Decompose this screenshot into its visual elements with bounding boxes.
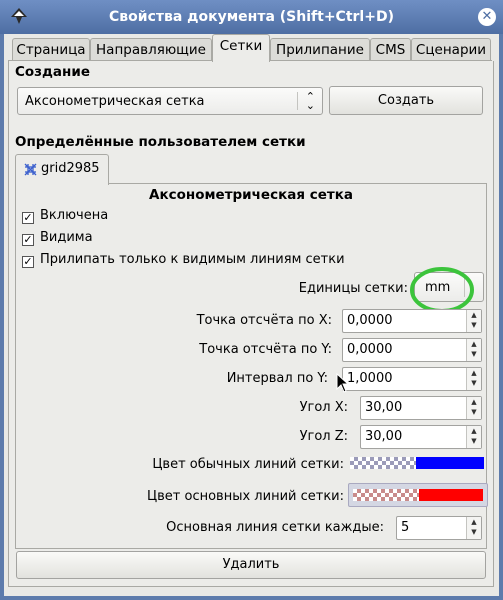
tab-scripts[interactable]: Сценарии	[411, 38, 491, 61]
tab-label: Страница	[16, 42, 86, 58]
major-color-swatch	[419, 489, 483, 501]
units-label: Единицы сетки:	[298, 281, 408, 296]
spin-arrows-icon[interactable]: ▲ ▼	[466, 517, 481, 539]
origin-y-label: Точка отсчёта по Y:	[199, 342, 332, 357]
close-icon[interactable]: ✕	[478, 8, 496, 26]
grid-tab[interactable]: grid2985	[15, 154, 109, 185]
major-color-label: Цвет основных линий сетки:	[147, 489, 344, 504]
origin-x-value: 0,0000	[347, 313, 393, 328]
angle-x-spinbox[interactable]: 30,00 ▲ ▼	[360, 396, 482, 420]
spin-arrows-icon[interactable]: ▲ ▼	[466, 368, 481, 390]
grid-type-select[interactable]: Аксонометрическая сетка ⌃ ⌄	[17, 87, 323, 115]
enabled-label: Включена	[40, 208, 109, 223]
angle-x-label: Угол X:	[299, 400, 348, 415]
visible-checkbox[interactable]: ✓	[22, 234, 34, 246]
angle-z-spinbox[interactable]: 30,00 ▲ ▼	[360, 425, 482, 449]
title-bar: Свойства документа (Shift+Ctrl+D) ✕	[0, 0, 503, 34]
alpha-swatch	[350, 457, 416, 469]
snap-visible-label: Прилипать только к видимым линиям сетки	[40, 252, 345, 267]
grids-panel: Создание Аксонометрическая сетка ⌃ ⌄ Созд…	[8, 61, 494, 587]
tab-guides[interactable]: Направляющие	[90, 38, 212, 61]
origin-y-spinbox[interactable]: 0,0000 ▲ ▼	[342, 338, 482, 362]
spin-arrows-icon[interactable]: ▲ ▼	[466, 310, 481, 332]
minor-color-label: Цвет обычных линий сетки:	[152, 457, 344, 472]
alpha-swatch	[353, 489, 419, 501]
grid-settings-heading: Аксонометрическая сетка	[149, 187, 353, 203]
tab-snapping[interactable]: Прилипание	[270, 38, 370, 61]
angle-z-label: Угол Z:	[299, 429, 348, 444]
delete-grid-button[interactable]: Удалить	[16, 551, 486, 579]
origin-x-spinbox[interactable]: 0,0000 ▲ ▼	[342, 309, 482, 333]
tab-label: Сетки	[219, 38, 263, 54]
tab-label: Прилипание	[276, 42, 364, 58]
tab-cms[interactable]: CMS	[370, 38, 411, 61]
user-grids-heading: Определённые пользователем сетки	[15, 134, 306, 150]
minor-color-button[interactable]	[350, 457, 484, 471]
chevron-updown-icon: ⌃ ⌄	[305, 90, 315, 112]
tab-label: CMS	[375, 42, 406, 58]
mouse-cursor-icon	[336, 373, 350, 393]
visible-label: Видима	[40, 230, 93, 245]
grid-icon	[24, 163, 37, 176]
tab-label: Направляющие	[96, 42, 206, 58]
minor-color-swatch	[416, 457, 484, 469]
window-title: Свойства документа (Shift+Ctrl+D)	[109, 9, 394, 25]
grid-settings-frame: Аксонометрическая сетка ✓ Включена ✓ Вид…	[15, 183, 488, 549]
major-every-value: 5	[401, 520, 410, 535]
major-color-button[interactable]	[348, 483, 488, 507]
combo-separator	[297, 92, 298, 110]
origin-y-value: 0,0000	[347, 342, 393, 357]
snap-visible-checkbox[interactable]: ✓	[22, 256, 34, 268]
dialog-body: Страница Направляющие Сетки Прилипание C…	[4, 34, 499, 596]
major-color-swatch-wrap	[353, 489, 483, 501]
angle-x-value: 30,00	[365, 400, 403, 415]
grid-type-value: Аксонометрическая сетка	[25, 94, 205, 109]
tab-label: Сценарии	[415, 42, 487, 58]
major-every-spinbox[interactable]: 5 ▲ ▼	[396, 516, 482, 540]
angle-z-value: 30,00	[365, 429, 403, 444]
highlight-circle	[410, 267, 474, 313]
spacing-y-value: 1,0000	[347, 371, 393, 386]
tab-grids[interactable]: Сетки	[212, 34, 270, 62]
origin-x-label: Точка отсчёта по X:	[196, 313, 332, 328]
grid-tab-label: grid2985	[41, 161, 100, 176]
tab-page[interactable]: Страница	[12, 38, 90, 61]
spacing-y-label: Интервал по Y:	[226, 371, 328, 386]
spin-arrows-icon[interactable]: ▲ ▼	[466, 426, 481, 448]
spin-arrows-icon[interactable]: ▲ ▼	[466, 397, 481, 419]
creation-heading: Создание	[15, 64, 90, 80]
create-grid-button[interactable]: Создать	[329, 86, 483, 115]
major-every-label: Основная линия сетки каждые:	[166, 520, 384, 535]
enabled-checkbox[interactable]: ✓	[22, 212, 34, 224]
spacing-y-spinbox[interactable]: 1,0000 ▲ ▼	[342, 367, 482, 391]
inkscape-icon[interactable]	[10, 7, 28, 25]
spin-arrows-icon[interactable]: ▲ ▼	[466, 339, 481, 361]
